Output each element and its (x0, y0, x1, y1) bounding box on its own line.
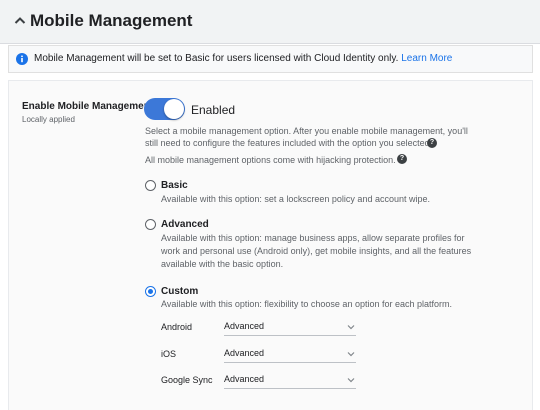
android-select-value: Advanced (224, 321, 265, 331)
option-custom-desc: Available with this option: flexibility … (161, 299, 452, 309)
android-select[interactable]: Advanced (224, 321, 356, 336)
enable-mobile-management-toggle[interactable] (144, 98, 185, 120)
platform-label-android: Android (161, 322, 193, 332)
option-advanced-desc-3: available with the basic option. (161, 259, 284, 269)
section-title: Mobile Management (30, 11, 193, 30)
option-basic-desc: Available with this option: set a locksc… (161, 194, 430, 204)
radio-basic[interactable] (145, 180, 156, 191)
platform-label-google-sync: Google Sync (161, 375, 213, 385)
radio-advanced[interactable] (145, 219, 156, 230)
info-banner-message: Mobile Management will be set to Basic f… (34, 53, 452, 65)
chevron-up-icon (14, 17, 26, 24)
radio-custom[interactable] (145, 286, 156, 297)
chevron-down-icon (347, 325, 355, 330)
ios-select-value: Advanced (224, 348, 265, 358)
info-banner: Mobile Management will be set to Basic f… (8, 45, 533, 73)
google-sync-select-value: Advanced (224, 374, 265, 384)
platform-label-ios: iOS (161, 349, 177, 359)
hijack-note: All mobile management options come with … (145, 155, 396, 165)
collapse-button[interactable] (12, 12, 28, 28)
description-line-2: still need to configure the features inc… (145, 138, 433, 148)
setting-sublabel: Locally applied (22, 115, 75, 124)
section-header: Mobile Management (0, 0, 540, 44)
option-custom-title[interactable]: Custom (161, 286, 198, 297)
learn-more-link[interactable]: Learn More (401, 53, 452, 64)
google-sync-select[interactable]: Advanced (224, 374, 356, 389)
description-line-1: Select a mobile management option. After… (145, 126, 468, 136)
toggle-state-label: Enabled (191, 103, 236, 117)
option-advanced-title[interactable]: Advanced (161, 219, 209, 230)
option-advanced-desc-2: work and personal use (Android only), ge… (161, 246, 472, 256)
help-icon[interactable]: ? (427, 138, 437, 148)
toggle-knob (164, 99, 184, 119)
chevron-down-icon (347, 378, 355, 383)
setting-label: Enable Mobile Management (22, 101, 154, 112)
ios-select[interactable]: Advanced (224, 348, 356, 363)
option-basic-title[interactable]: Basic (161, 180, 188, 191)
info-banner-text: Mobile Management will be set to Basic f… (34, 53, 399, 64)
chevron-down-icon (347, 352, 355, 357)
help-icon[interactable]: ? (397, 154, 407, 164)
info-icon (16, 53, 28, 65)
option-advanced-desc-1: Available with this option: manage busin… (161, 233, 465, 243)
